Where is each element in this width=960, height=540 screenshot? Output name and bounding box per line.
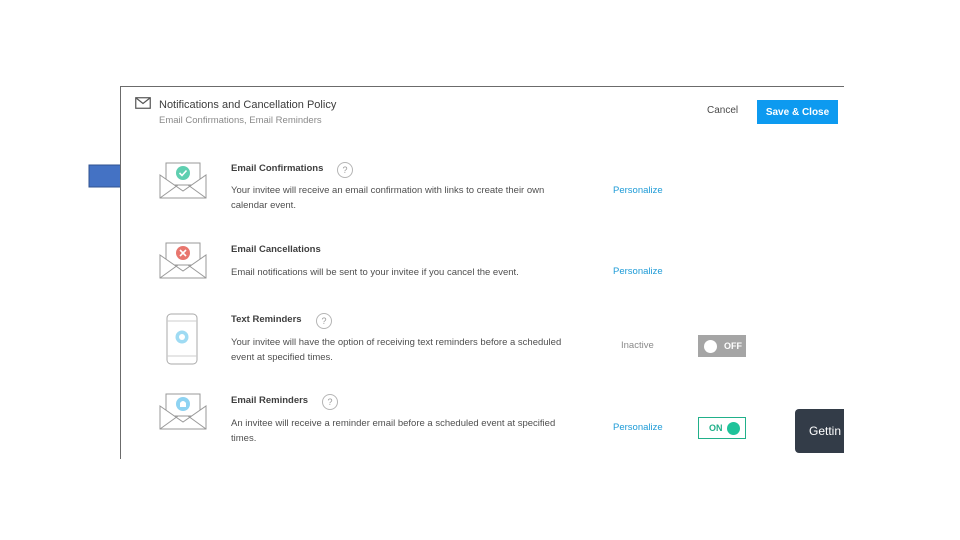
help-icon[interactable]: ?	[337, 162, 353, 178]
status-text: Inactive	[621, 340, 654, 351]
help-icon[interactable]: ?	[322, 394, 338, 410]
row-description: Your invitee will have the option of rec…	[231, 337, 562, 363]
page-title: Notifications and Cancellation Policy	[159, 99, 337, 111]
toggle-label: OFF	[724, 341, 742, 351]
personalize-link[interactable]: Personalize	[613, 422, 663, 433]
row-title: Email Confirmations	[231, 163, 324, 174]
envelope-check-icon	[159, 162, 207, 199]
phone-icon	[166, 313, 198, 365]
row-title: Text Reminders	[231, 314, 302, 325]
envelope-bell-icon	[159, 393, 207, 430]
save-close-button[interactable]: Save & Close	[757, 100, 838, 124]
personalize-link[interactable]: Personalize	[613, 185, 663, 196]
row-description: An invitee will receive a reminder email…	[231, 418, 556, 444]
help-icon[interactable]: ?	[316, 313, 332, 329]
row-title: Email Reminders	[231, 395, 309, 406]
page-subtitle: Email Confirmations, Email Reminders	[159, 115, 322, 126]
toggle-label: ON	[709, 423, 723, 433]
row-title: Email Cancellations	[231, 244, 321, 255]
toggle-knob	[704, 339, 717, 353]
toggle-knob	[727, 421, 740, 435]
envelope-icon	[135, 97, 151, 109]
text-reminders-toggle[interactable]: OFF	[698, 335, 746, 357]
row-description: Email notifications will be sent to your…	[231, 267, 519, 278]
cancel-button[interactable]: Cancel	[707, 105, 738, 116]
envelope-x-icon	[159, 242, 207, 279]
personalize-link[interactable]: Personalize	[613, 266, 663, 277]
notifications-panel: Notifications and Cancellation Policy Em…	[120, 86, 844, 459]
getting-started-button[interactable]: Gettin	[795, 409, 844, 453]
email-reminders-toggle[interactable]: ON	[698, 417, 746, 439]
row-description: Your invitee will receive an email confi…	[231, 185, 545, 211]
